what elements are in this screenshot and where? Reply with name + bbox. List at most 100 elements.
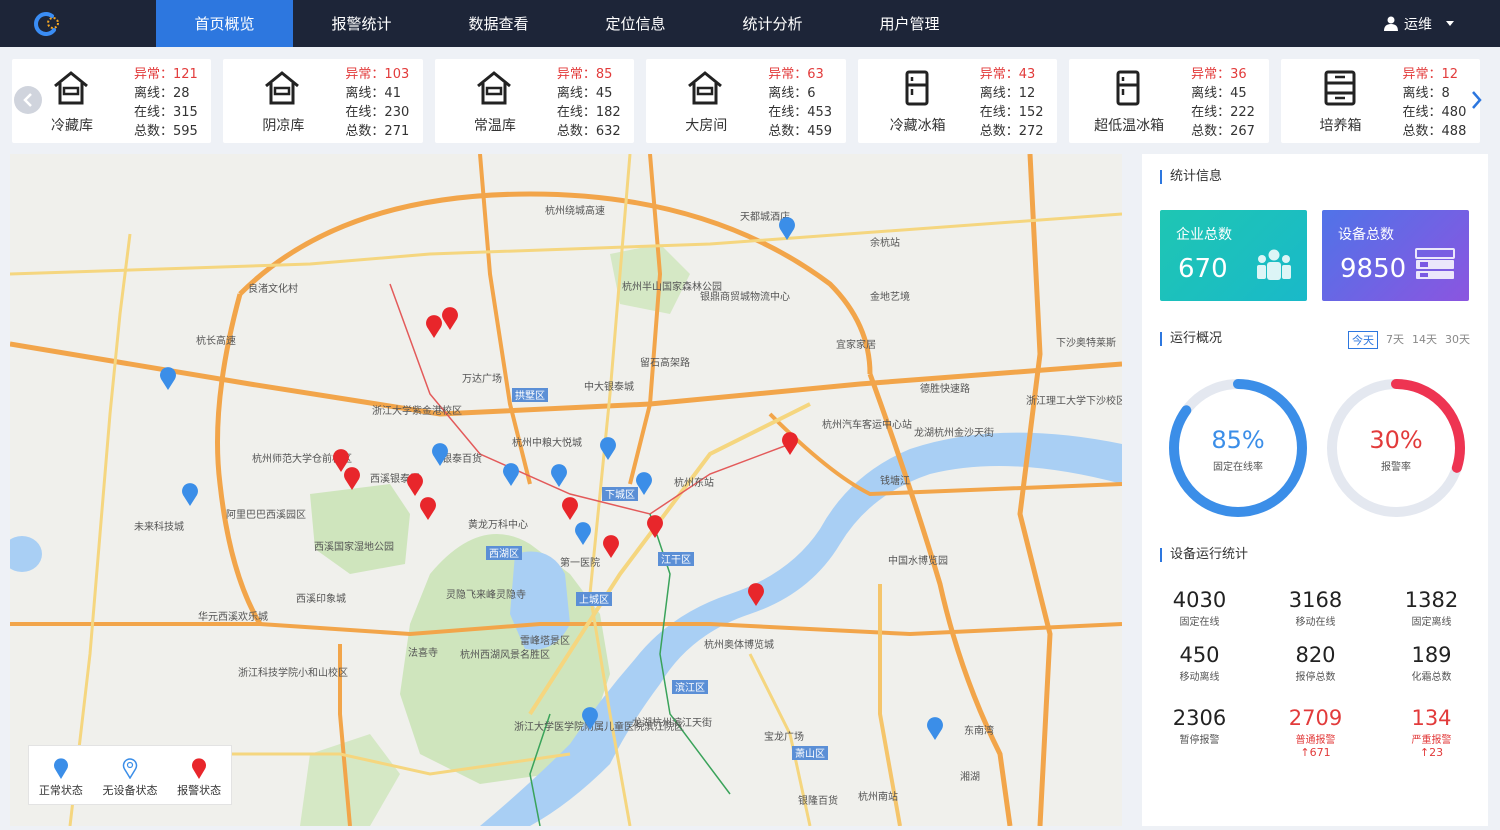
card-incubator[interactable]: 培养箱 异常：12 离线：8 在线：480 总数：488 xyxy=(1280,59,1480,143)
alarm-marker[interactable] xyxy=(782,432,798,455)
map-label: 阿里巴巴西溪园区 xyxy=(226,509,306,521)
map-label: 中国水博览园 xyxy=(888,554,948,567)
normal-marker[interactable] xyxy=(182,483,198,506)
card-name: 大房间 xyxy=(685,118,728,134)
warehouse-icon xyxy=(476,71,511,105)
map-label: 雷峰塔景区 xyxy=(520,634,570,647)
alarm-marker[interactable] xyxy=(333,449,349,472)
abnormal-count: 异常：103 xyxy=(345,67,410,82)
incubator-icon xyxy=(1324,70,1356,106)
device-list-icon xyxy=(1415,248,1455,279)
app-logo[interactable] xyxy=(0,0,156,47)
map-label: 湘湖 xyxy=(960,770,980,783)
enterprise-total-card[interactable]: 企业总数 670 xyxy=(1160,210,1307,301)
pin-outline-icon xyxy=(122,757,138,779)
carousel-prev-button[interactable] xyxy=(14,86,42,114)
card-large-room[interactable]: 大房间 异常：63 离线：6 在线：453 总数：459 xyxy=(646,59,846,143)
user-menu[interactable]: 运维 xyxy=(1384,0,1454,47)
normal-marker[interactable] xyxy=(503,463,519,486)
map-label: 下沙奥特莱斯 xyxy=(1056,336,1116,349)
abnormal-count: 异常：63 xyxy=(768,67,824,82)
total-count: 总数：272 xyxy=(979,124,1044,139)
stat-stopped-total: 820 报停总数 xyxy=(1295,643,1336,683)
offline-count: 离线：12 xyxy=(979,86,1036,101)
svg-text:滨江区: 滨江区 xyxy=(675,681,705,694)
normal-marker[interactable] xyxy=(927,717,944,740)
total-count: 总数：459 xyxy=(768,124,833,139)
offline-count: 离线：8 xyxy=(1402,86,1450,101)
alarm-marker[interactable] xyxy=(344,467,360,490)
pin-blue-icon xyxy=(53,757,68,779)
map-label: 万达广场 xyxy=(462,372,502,385)
card-ultra-low-freezer[interactable]: 超低温冰箱 异常：36 离线：45 在线：222 总数：267 xyxy=(1069,59,1269,143)
time-range-selector: 今天 7天 14天 30天 xyxy=(1348,331,1470,349)
map-label: 杭州汽车客运中心站 xyxy=(822,418,912,431)
pin-red-icon xyxy=(192,757,207,779)
total-count: 总数：632 xyxy=(556,124,621,139)
online-rate-value: 85% xyxy=(1211,426,1265,454)
map-label: 第一医院 xyxy=(560,556,600,569)
card-name: 阴凉库 xyxy=(262,118,305,134)
map-label: 宜家家居 xyxy=(836,338,876,351)
trend-up: ↑23 xyxy=(1419,746,1444,759)
card-room-temp-storage[interactable]: 常温库 异常：85 离线：45 在线：182 总数：632 xyxy=(434,59,635,143)
chevron-down-icon xyxy=(1446,21,1454,26)
range-7-days[interactable]: 7天 xyxy=(1386,331,1404,349)
total-count: 总数：271 xyxy=(345,124,410,139)
alarm-marker[interactable] xyxy=(407,473,423,496)
normal-marker[interactable] xyxy=(551,464,568,487)
alarm-marker[interactable] xyxy=(419,497,436,520)
fridge-icon xyxy=(905,70,929,106)
online-count: 在线：182 xyxy=(556,105,621,120)
nav-tab-user-mgmt[interactable]: 用户管理 xyxy=(841,0,978,47)
abnormal-count: 异常：12 xyxy=(1402,67,1459,82)
map-canvas[interactable]: 拱墅区 下城区 西湖区 江干区 上城区 滨江区 萧山区 杭州绕城高速 天都城酒店… xyxy=(10,154,1122,826)
map-label: 华元西溪欢乐城 xyxy=(198,610,268,623)
users-group-icon xyxy=(1257,249,1291,280)
device-map[interactable]: 拱墅区 下城区 西湖区 江干区 上城区 滨江区 萧山区 杭州绕城高速 天都城酒店… xyxy=(10,154,1122,826)
card-stats: 异常：43 离线：12 在线：152 总数：272 xyxy=(980,65,1044,141)
alarm-marker[interactable] xyxy=(426,315,442,338)
nav-tab-analysis[interactable]: 统计分析 xyxy=(704,0,841,47)
alarm-marker[interactable] xyxy=(603,535,619,558)
map-label: 杭州西湖风景名胜区 xyxy=(460,648,550,661)
svg-text:下城区: 下城区 xyxy=(605,489,635,501)
enterprise-total-label: 企业总数 xyxy=(1176,227,1232,243)
abnormal-count: 异常：85 xyxy=(556,67,613,82)
alarm-rate-value: 30% xyxy=(1369,426,1423,454)
nav-tab-data-view[interactable]: 数据查看 xyxy=(430,0,567,47)
alarm-rate-ring: 30% 报警率 xyxy=(1324,376,1468,520)
section-title-overview: 运行概况 xyxy=(1160,332,1222,346)
normal-marker[interactable] xyxy=(575,522,591,545)
chevron-left-icon xyxy=(23,93,32,107)
device-type-cards: 冷藏库 异常：121 离线：28 在线：315 总数：595 阴凉库 异常：10… xyxy=(12,59,1480,143)
nav-tab-location[interactable]: 定位信息 xyxy=(567,0,704,47)
legend-label: 无设备状态 xyxy=(102,783,158,797)
map-label: 未来科技城 xyxy=(134,520,184,533)
carousel-next-button[interactable] xyxy=(1462,86,1490,114)
fridge-icon xyxy=(1116,70,1140,106)
alarm-marker[interactable] xyxy=(562,497,578,520)
stat-normal-alarm: 2709 普通报警 ↑671 xyxy=(1258,706,1373,759)
card-cool-storage[interactable]: 阴凉库 异常：103 离线：41 在线：230 总数：271 xyxy=(223,59,423,143)
card-stats: 异常：121 离线：28 在线：315 总数：595 xyxy=(134,65,198,141)
enterprise-total-value: 670 xyxy=(1178,254,1228,284)
online-rate-label: 固定在线率 xyxy=(1213,462,1263,473)
normal-marker[interactable] xyxy=(636,472,652,495)
map-label: 黄龙万科中心 xyxy=(468,518,528,531)
nav-tab-overview[interactable]: 首页概览 xyxy=(156,0,293,47)
range-30-days[interactable]: 30天 xyxy=(1445,331,1470,349)
range-14-days[interactable]: 14天 xyxy=(1412,331,1437,349)
nav-tab-alarm-stats[interactable]: 报警统计 xyxy=(293,0,430,47)
normal-marker[interactable] xyxy=(160,367,176,390)
map-label: 杭长高速 xyxy=(196,334,236,347)
alarm-marker[interactable] xyxy=(442,307,458,330)
online-count: 在线：230 xyxy=(345,105,410,120)
map-label: 留石高架路 xyxy=(640,356,690,369)
alarm-rate-label: 报警率 xyxy=(1381,462,1411,473)
range-today[interactable]: 今天 xyxy=(1348,331,1378,349)
map-label: 西溪印象城 xyxy=(296,593,346,605)
card-fridge[interactable]: 冷藏冰箱 异常：43 离线：12 在线：152 总数：272 xyxy=(857,59,1058,143)
device-total-card[interactable]: 设备总数 9850 xyxy=(1322,210,1469,301)
card-name: 超低温冰箱 xyxy=(1094,118,1165,134)
